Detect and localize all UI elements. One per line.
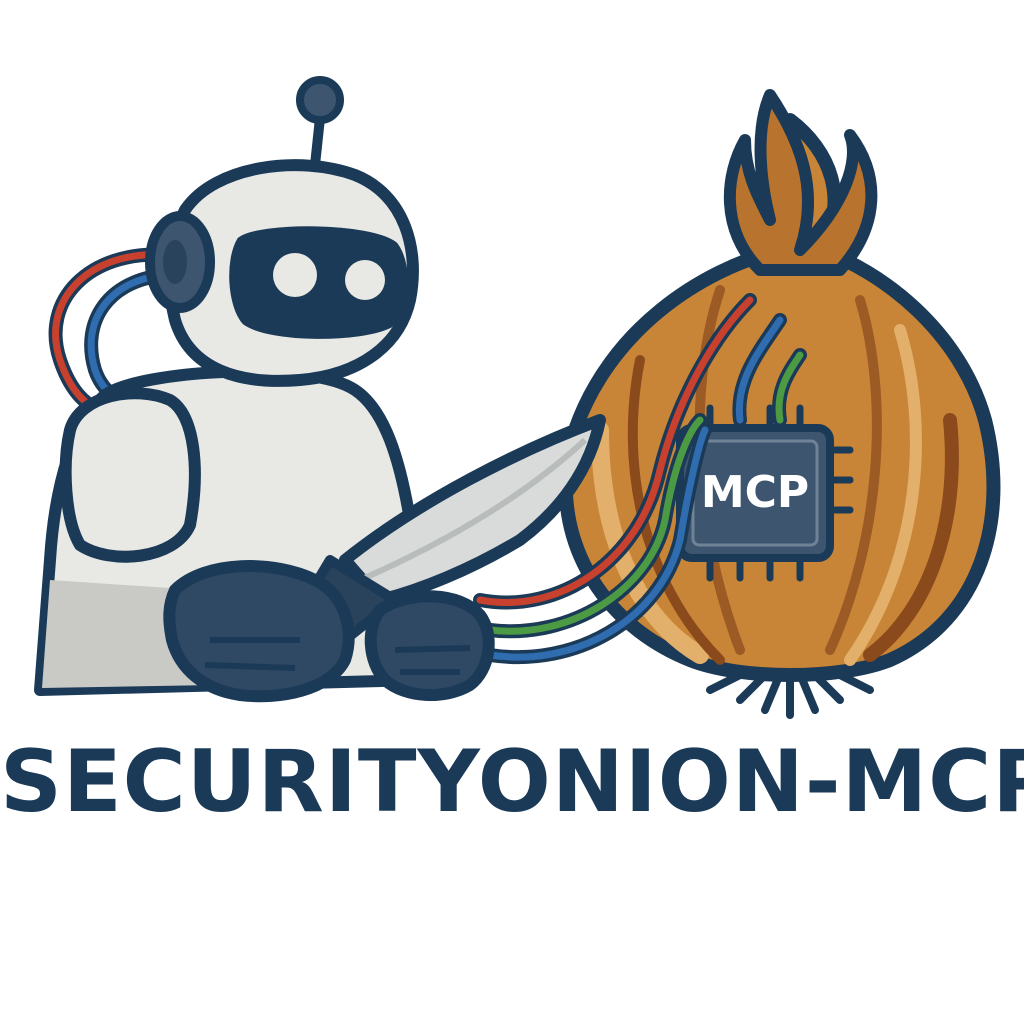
robot-left-hand [163, 560, 355, 703]
robot-eye-right [345, 260, 385, 300]
robot-antenna [310, 117, 325, 166]
robot-shoulder [59, 387, 201, 563]
robot-right-hand [364, 590, 495, 701]
robot-antenna-tip [296, 76, 344, 124]
logo-art [34, 76, 1001, 719]
wordmark: SECURITYONION-MCP [0, 732, 1024, 832]
robot-eye-left [273, 253, 317, 297]
chip-label: MCP [700, 467, 810, 518]
